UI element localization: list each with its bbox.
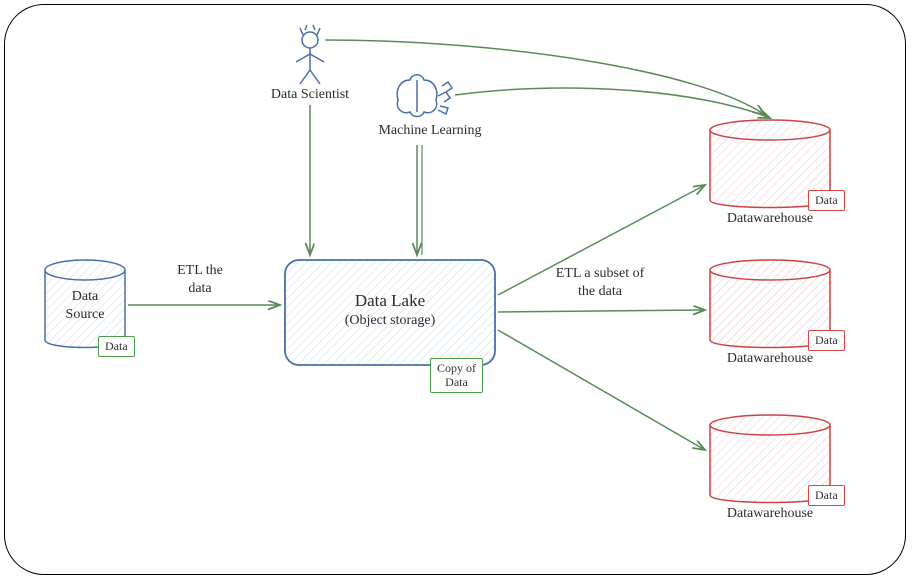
datawarehouse-1-tag: Data: [808, 190, 845, 211]
arrow-scientist-to-dw1: [325, 40, 765, 115]
datawarehouse-1-label: Datawarehouse: [710, 210, 830, 228]
datawarehouse-2-tag: Data: [808, 330, 845, 351]
data-source-tag: Data: [98, 336, 135, 357]
etl-subset-label: ETL a subset ofthe data: [530, 265, 670, 301]
machine-learning-label: Machine Learning: [365, 122, 495, 140]
data-lake-tag: Copy ofData: [430, 358, 483, 393]
datawarehouse-3-label: Datawarehouse: [710, 505, 830, 523]
etl-data-label: ETL thedata: [155, 262, 245, 298]
arrow-ml-to-dw1: [455, 88, 770, 118]
machine-learning-icon: [397, 75, 452, 117]
data-source-label: DataSource: [45, 288, 125, 324]
arrow-lake-to-dw3: [498, 330, 705, 450]
datawarehouse-2-label: Datawarehouse: [710, 350, 830, 368]
data-scientist-label: Data Scientist: [255, 86, 365, 104]
data-lake-title: Data Lake: [290, 290, 490, 312]
diagram-canvas: Data Scientist Machine Learning DataSour…: [0, 0, 912, 581]
arrow-lake-to-dw2: [498, 310, 705, 312]
datawarehouse-3-tag: Data: [808, 485, 845, 506]
data-scientist-icon: [296, 25, 324, 84]
data-lake-subtitle: (Object storage): [290, 312, 490, 330]
data-lake-label: Data Lake (Object storage): [290, 290, 490, 330]
